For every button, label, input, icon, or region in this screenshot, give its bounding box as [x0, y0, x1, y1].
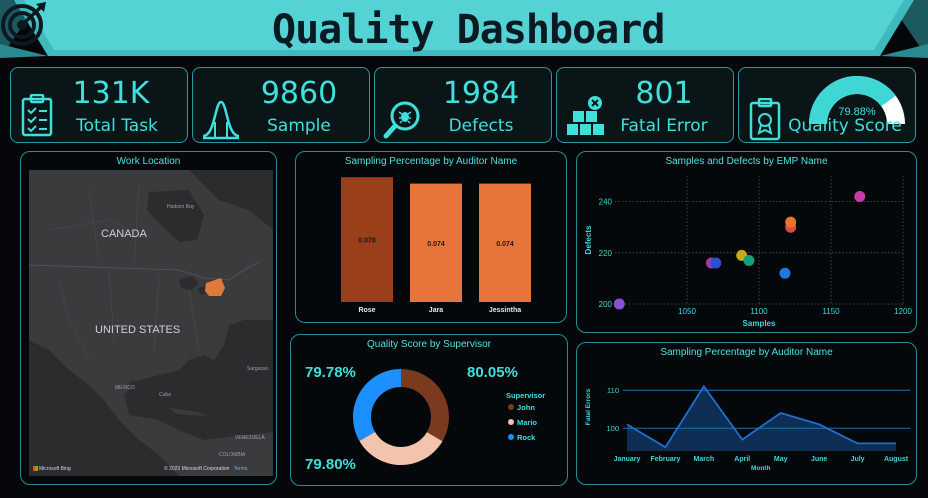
kpi-value: 801 [635, 76, 693, 111]
x-tick-label: 1200 [894, 307, 912, 316]
y-tick-label: 240 [599, 198, 613, 207]
clipboard-checklist-icon [21, 94, 53, 137]
map-attribution: © 2023 Microsoft Corporation Terms [164, 466, 247, 472]
map-label-cuba: Cuba [159, 392, 171, 398]
kpi-value: 9860 [260, 76, 338, 111]
x-tick-label: Rose [358, 307, 375, 314]
y-axis-label: Fatal Errors [585, 388, 592, 425]
kpi-card-fatal-error: 801 Fatal Error [556, 67, 734, 143]
x-tick-label: 1150 [822, 307, 840, 316]
scatter-point [743, 254, 755, 266]
kpi-card-quality-score: 79.88% Quality Score [738, 67, 916, 143]
target-icon [1, 2, 46, 46]
x-tick-label: January [614, 456, 641, 463]
scatter-point [613, 298, 625, 310]
bar-data-label: 0.078 [358, 238, 376, 245]
legend-marker [508, 419, 514, 425]
map-label-sargasso: Sargasso [247, 366, 269, 372]
map-shapes [29, 170, 273, 476]
terms-link[interactable]: Terms [234, 466, 248, 472]
donut-data-label: 79.78% [305, 364, 356, 381]
kpi-value: 131K [72, 76, 150, 111]
scatter-point [779, 267, 791, 279]
x-tick-label: Jessintha [489, 307, 521, 314]
x-tick-label: July [851, 456, 865, 463]
microsoft-logo-icon [33, 466, 38, 472]
scatter-chart: 1050 1100 1150 1200 200 220 240 Samples Defects [584, 176, 912, 328]
y-tick-label: 200 [599, 300, 613, 309]
y-tick-label: 110 [607, 386, 619, 395]
x-tick-label: Jara [429, 307, 444, 314]
header-banner: Quality Dashboard [0, 0, 928, 62]
kpi-value: 1984 [442, 76, 520, 111]
scatter-point [785, 216, 797, 228]
legend-title: Supervisor [506, 391, 545, 400]
map-brand: Microsoft Bing [33, 466, 71, 472]
donut-data-label: 79.80% [305, 456, 356, 473]
donut-chart: 80.05% 79.80% 79.78% Supervisor John Mario Roc… [305, 364, 545, 473]
auditor-bar-chart-panel: Sampling Percentage by Auditor Name 0.07… [295, 151, 567, 323]
kpi-label: Defects [448, 116, 514, 136]
x-tick-label: 1050 [678, 307, 696, 316]
y-tick-label: 220 [599, 249, 613, 258]
scatter-chart-panel: Samples and Defects by EMP Name 1050 1100… [576, 151, 917, 333]
page-title: Quality Dashboard [272, 7, 665, 53]
donut-slice-mario [359, 431, 443, 465]
area-fill [627, 386, 896, 451]
map-label-mexico: MEXICO [115, 385, 135, 391]
scatter-point [854, 190, 866, 202]
legend-item: Rock [517, 433, 536, 442]
x-tick-label: June [811, 456, 827, 463]
boxes-error-icon [567, 96, 604, 135]
x-tick-label: 1100 [750, 307, 768, 316]
donut-slice-rock [353, 369, 401, 441]
bug-search-icon [383, 101, 420, 139]
kpi-label: Quality Score [788, 116, 902, 136]
y-axis-label: Defects [584, 225, 593, 254]
y-tick-label: 100 [606, 424, 619, 433]
donut-slice-john [401, 369, 449, 442]
map-label-venezuela: VENEZUELA [235, 435, 265, 441]
area-chart: 100 110 January February March April May June Ju… [585, 384, 910, 472]
kpi-label: Total Task [76, 116, 158, 136]
work-location-map[interactable]: CANADA UNITED STATES Hudson Bay MEXICO C… [29, 170, 273, 476]
certificate-icon [749, 98, 781, 141]
kpi-card-sample: 9860 Sample [192, 67, 370, 143]
kpi-card-defects: 1984 Defects [374, 67, 552, 143]
x-tick-label: April [734, 456, 750, 463]
attribution-text: © 2023 Microsoft Corporation [164, 466, 230, 472]
x-tick-label: August [884, 456, 909, 463]
map-label-united-states: UNITED STATES [95, 324, 181, 336]
kpi-label: Sample [267, 116, 331, 136]
legend-item: Mario [517, 418, 537, 427]
bar-data-label: 0.074 [496, 241, 514, 248]
bell-curve-icon [202, 100, 240, 140]
map-label-colombia: COLOMBIA [219, 452, 246, 458]
legend-item: John [517, 403, 535, 412]
x-axis-label: Samples [743, 319, 776, 328]
work-location-panel: Work Location CANADA UNITED STATES Hudso… [20, 151, 277, 485]
legend-marker [508, 434, 514, 440]
x-axis-label: Month [751, 465, 771, 472]
x-tick-label: March [694, 456, 715, 463]
dashboard: Quality Dashboard 131K Total Task 9860 S… [0, 0, 928, 498]
donut-data-label: 80.05% [467, 364, 518, 381]
x-tick-label: February [650, 456, 680, 463]
x-tick-label: May [774, 456, 788, 463]
scatter-point [710, 257, 722, 269]
bar-data-label: 0.074 [427, 241, 445, 248]
legend-marker [508, 404, 514, 410]
kpi-card-total-task: 131K Total Task [10, 67, 188, 143]
map-label-hudson-bay: Hudson Bay [167, 204, 195, 210]
monthly-area-chart-panel: Sampling Percentage by Auditor Name 100 1… [576, 342, 917, 485]
kpi-label: Fatal Error [620, 116, 708, 136]
map-brand-text: Microsoft Bing [39, 466, 71, 472]
bar-chart: 0.078 Rose 0.074 Jara 0.074 Jessintha [341, 177, 531, 314]
panel-title: Work Location [116, 156, 181, 167]
map-label-canada: CANADA [101, 228, 147, 240]
supervisor-donut-panel: Quality Score by Supervisor 80.05% 79.80%… [290, 334, 568, 486]
